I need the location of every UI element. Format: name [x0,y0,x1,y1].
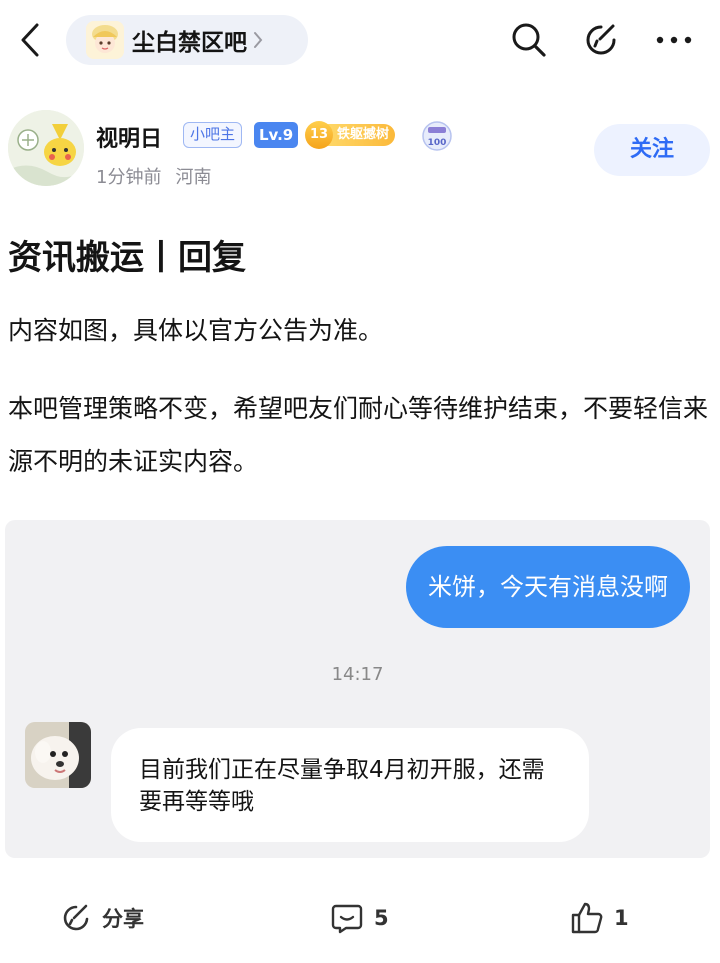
more-icon [656,36,692,44]
post-image[interactable]: 米饼，今天有消息没啊 14:17 目前我们正在尽量争取4月初开服，还需要再等等哦 [5,520,710,858]
edit-button[interactable] [581,20,621,60]
calendar-badge-text: 100 [428,138,447,148]
post-paragraph: 本吧管理策略不变，希望吧友们耐心等待维护结束，不要轻信来源不明的未证实内容。 [8,394,709,476]
title-badge: 铁躯撼树 13 [305,121,417,149]
author-avatar[interactable] [8,110,84,186]
title-badge-level: 13 [305,121,333,149]
chat-bubble-incoming: 目前我们正在尽量争取4月初开服，还需要再等等哦 [111,728,589,842]
search-button[interactable] [509,20,549,60]
chat-bubble-outgoing: 米饼，今天有消息没啊 [406,546,690,628]
calendar-badge-icon: 100 [422,121,452,151]
follow-button[interactable]: 关注 [594,124,710,176]
comment-count: 5 [374,906,389,930]
share-label: 分享 [102,907,144,931]
back-button[interactable] [12,22,48,58]
chat-avatar [25,722,91,788]
more-button[interactable] [654,20,694,60]
bottom-action-bar: 分享 5 1 [0,882,720,952]
title-badge-name: 铁躯撼树 [323,124,396,146]
like-count: 1 [614,906,629,930]
share-button[interactable]: 分享 [60,900,144,936]
level-badge: Lv.9 [254,122,299,148]
comment-icon [331,904,363,934]
chevron-right-icon [253,31,263,49]
forum-name: 尘白禁区吧 [132,30,247,56]
author-name[interactable]: 视明日 [96,121,162,153]
search-icon [512,23,546,57]
share-icon [63,904,89,931]
moderator-badge: 小吧主 [183,122,243,148]
author-meta: 1分钟前 河南 [96,163,211,189]
thumbs-up-icon [571,902,603,934]
top-nav-bar: 尘白禁区吧 [0,0,720,82]
chat-timestamp: 14:17 [331,664,384,685]
edit-icon [586,24,616,55]
comment-button[interactable]: 5 [330,900,389,936]
post-location: 河南 [175,167,212,188]
forum-avatar [86,21,124,59]
post-paragraph: 内容如图，具体以官方公告为准。 [8,316,384,345]
chevron-left-icon [21,23,39,57]
forum-entry[interactable]: 尘白禁区吧 [66,15,308,65]
post-time: 1分钟前 [96,167,162,188]
like-button[interactable]: 1 [570,900,629,936]
post-title: 资讯搬运丨回复 [8,238,246,278]
